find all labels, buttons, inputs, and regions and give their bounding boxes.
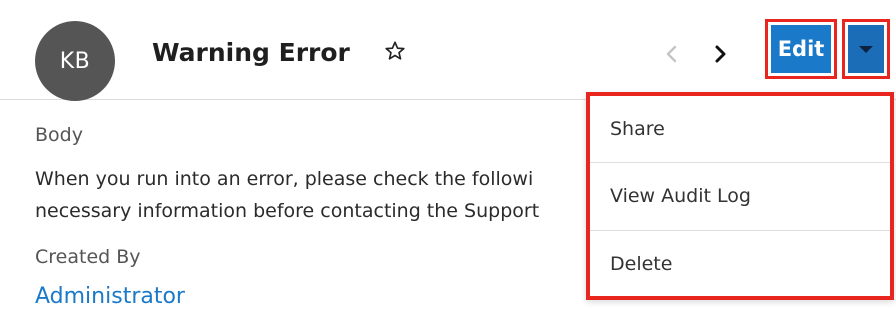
record-header: KB Warning Error Edit xyxy=(0,0,896,101)
menu-item-view-audit-log[interactable]: View Audit Log xyxy=(590,162,890,228)
body-text-line-2: necessary information before contacting … xyxy=(35,200,540,222)
body-field-label: Body xyxy=(35,124,83,146)
actions-dropdown-highlight xyxy=(842,19,890,79)
body-text-line-1: When you run into an error, please check… xyxy=(35,168,534,190)
edit-button-highlight: Edit xyxy=(765,19,837,79)
page-title: Warning Error xyxy=(152,38,350,67)
created-by-label: Created By xyxy=(35,246,141,268)
star-outline-icon[interactable] xyxy=(384,40,406,62)
actions-dropdown-menu: Share View Audit Log Delete xyxy=(586,92,894,300)
avatar: KB xyxy=(35,21,115,101)
menu-item-delete[interactable]: Delete xyxy=(590,230,890,296)
avatar-initials: KB xyxy=(59,48,91,74)
menu-item-label: Delete xyxy=(610,252,673,275)
edit-button-label: Edit xyxy=(777,37,825,61)
caret-down-icon xyxy=(859,45,873,53)
edit-button[interactable]: Edit xyxy=(771,25,831,73)
chevron-right-icon[interactable] xyxy=(712,44,728,64)
chevron-left-icon[interactable] xyxy=(664,44,680,64)
created-by-link[interactable]: Administrator xyxy=(35,284,185,309)
actions-dropdown-button[interactable] xyxy=(848,25,884,73)
menu-item-label: Share xyxy=(610,118,665,140)
menu-item-share[interactable]: Share xyxy=(590,96,890,162)
menu-item-label: View Audit Log xyxy=(610,184,751,207)
